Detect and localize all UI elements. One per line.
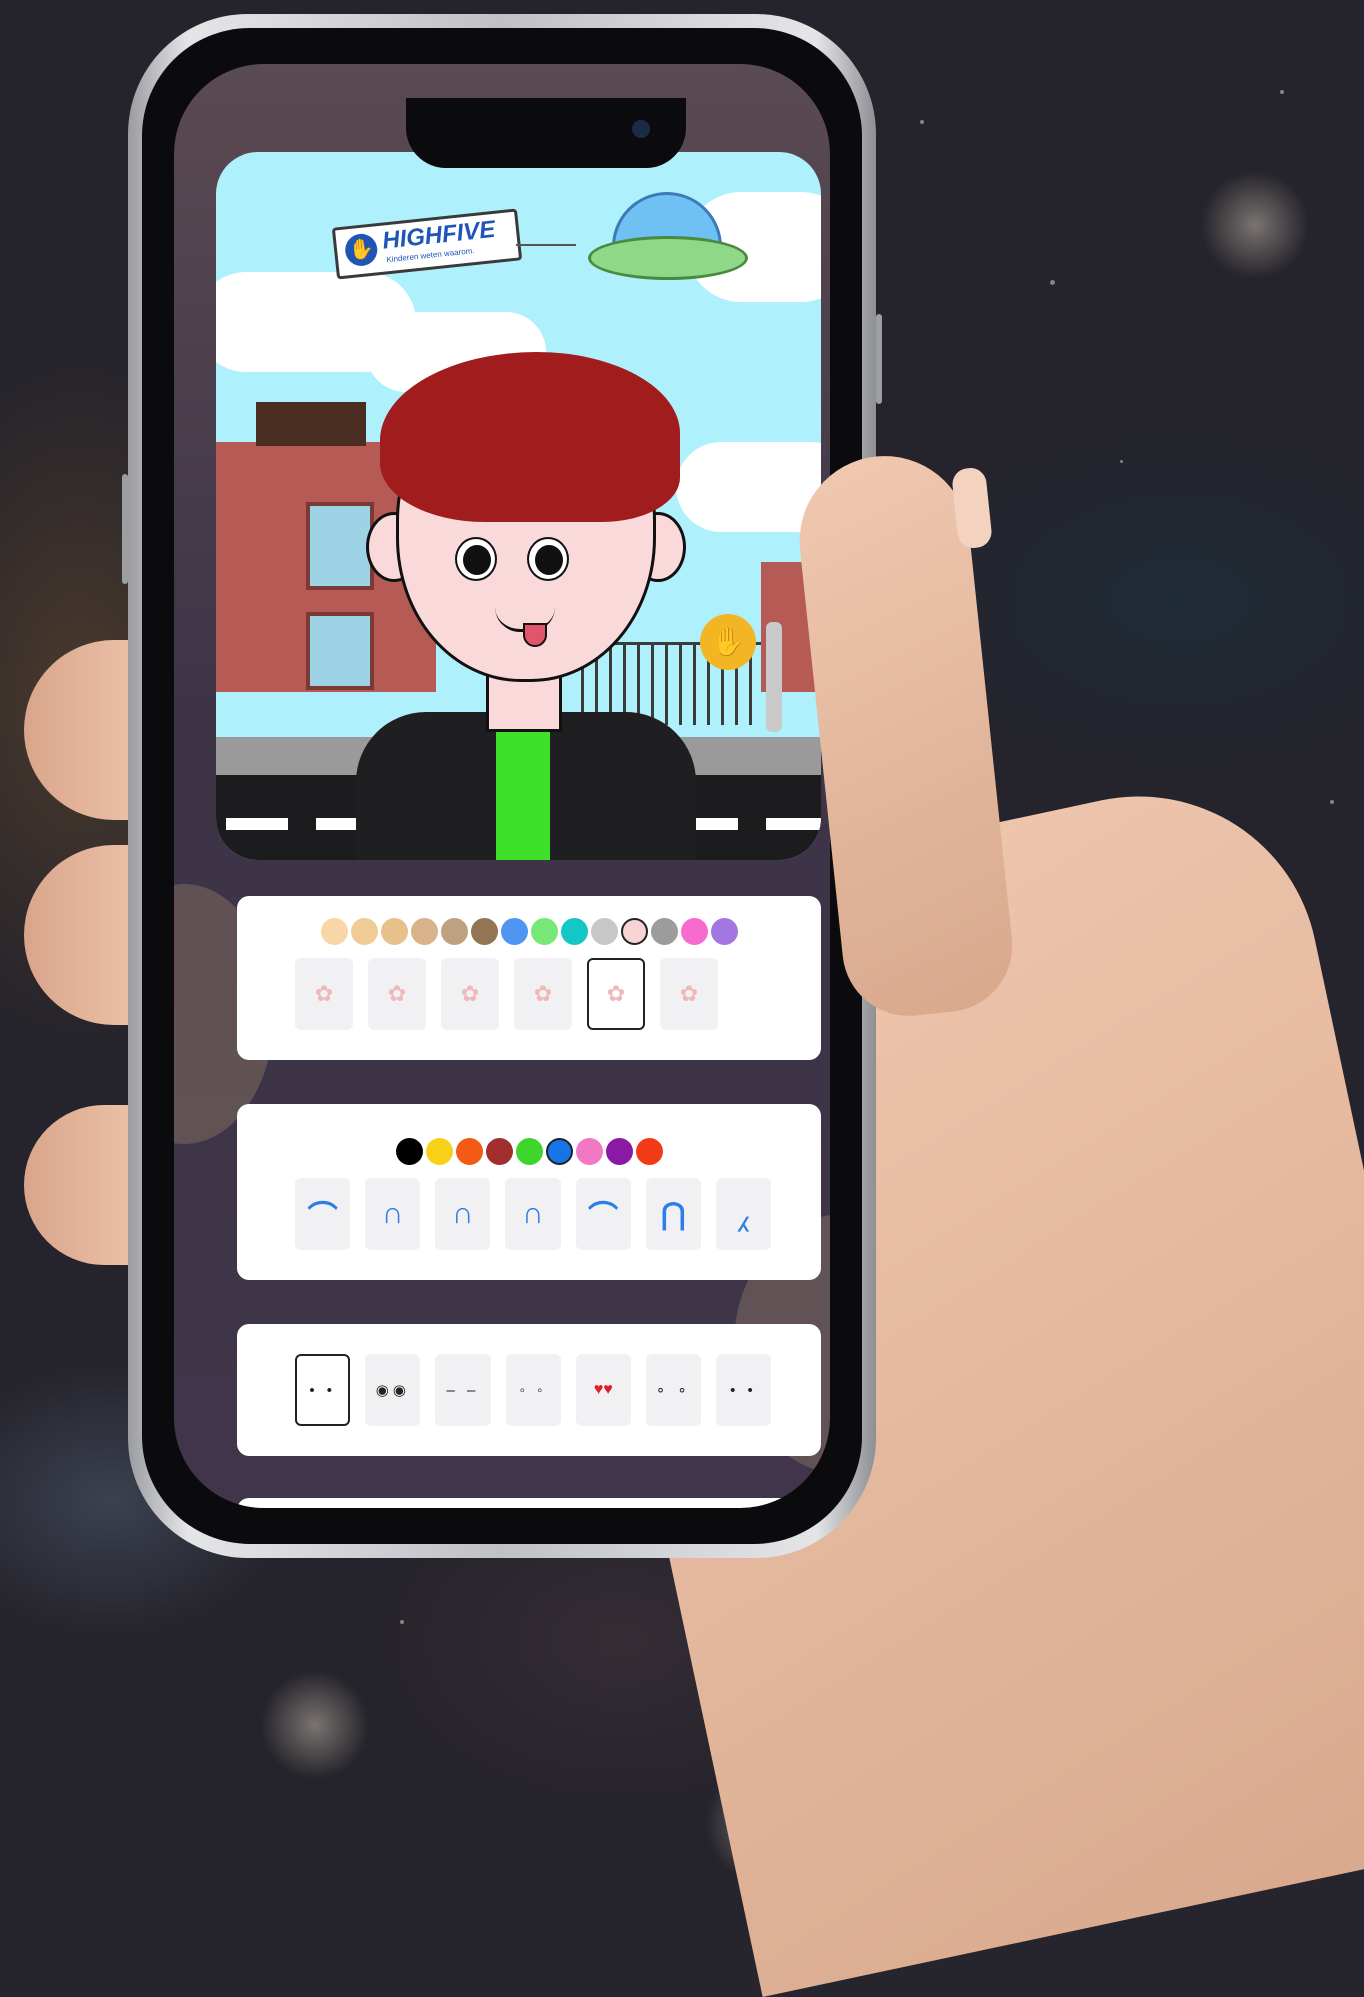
skin-color-swatch[interactable] [650,918,678,945]
next-panel [237,1498,821,1508]
hair-color-swatch[interactable] [395,1138,423,1165]
hair-option-tile[interactable]: ∩ [365,1178,421,1250]
eyes-panel: • • ◉◉ ‒ ‒ ◦ ◦ ♥♥ ∘ ∘ • • [237,1324,821,1456]
nose-option-tile[interactable]: ✿ [587,958,645,1030]
hair-style-icon: ⋂ [660,1197,686,1231]
eyes-style-icon: ∘ ∘ [655,1382,691,1399]
power-button [876,314,882,404]
star-speck [1330,800,1334,804]
hand-logo-icon: ✋ [343,232,379,268]
skin-color-swatch[interactable] [380,918,408,945]
skin-color-swatch[interactable] [440,918,468,945]
eyes-style-icon: • • [730,1381,757,1399]
eyes-option-tile[interactable]: • • [715,1354,771,1426]
hair-color-swatch[interactable] [545,1138,573,1165]
eyes-style-icon: ‒ ‒ [446,1381,480,1399]
nose-option-tile[interactable]: ✿ [441,958,499,1030]
volume-button [122,474,128,584]
cloud [676,442,821,532]
hair-style-icon: ∩ [522,1197,544,1230]
eyes-option-tile[interactable]: ◦ ◦ [505,1354,561,1426]
character-hair [380,352,680,522]
star-speck [400,1620,404,1624]
skin-color-swatch[interactable] [710,918,738,945]
eyes-style-icon: ♥♥ [593,1381,613,1398]
notch [406,98,686,168]
bokeh-light [1200,170,1310,280]
hair-style-icon: ∩ [452,1197,474,1230]
phone-frame: ✋ HIGHFIVE Kinderen weten waarom. ✋ ✿ ✿ … [122,14,882,1558]
skin-color-swatch[interactable] [350,918,378,945]
skin-color-swatch[interactable] [590,918,618,945]
hair-option-tile[interactable]: ⌒ [575,1178,631,1250]
hair-option-tile[interactable]: ∩ [505,1178,561,1250]
skin-color-swatch[interactable] [680,918,708,945]
hair-color-swatch[interactable] [515,1138,543,1165]
eyes-option-tile[interactable]: ∘ ∘ [645,1354,701,1426]
skin-color-swatch[interactable] [320,918,348,945]
hair-style-icon: ⌒ [588,1201,619,1234]
eyes-style-icon: ◉◉ [375,1382,410,1399]
skin-color-panel: ✿ ✿ ✿ ✿ ✿ ✿ [237,896,821,1060]
star-speck [1050,280,1055,285]
bokeh-light [260,1670,370,1780]
hair-color-swatch[interactable] [485,1138,513,1165]
nose-option-tile[interactable]: ✿ [660,958,718,1030]
nose-option-tile[interactable]: ✿ [295,958,353,1030]
eyes-style-icon: ◦ ◦ [519,1381,547,1399]
eyes-style-icon: • • [309,1381,336,1399]
banner-rope [516,244,576,246]
hair-style-icon: ⁁ [739,1197,748,1231]
skin-color-swatch[interactable] [470,918,498,945]
post [766,622,782,732]
star-speck [920,120,924,124]
eyes-option-tile[interactable]: • • [295,1354,351,1426]
hair-style-icon: ⌒ [307,1201,338,1234]
hair-color-swatch[interactable] [425,1138,453,1165]
skin-color-swatch[interactable] [620,918,648,945]
hair-option-tile[interactable]: ∩ [435,1178,491,1250]
hair-color-swatch[interactable] [635,1138,663,1165]
ufo [588,192,748,292]
hair-style-icon: ∩ [381,1197,404,1230]
phone-bezel: ✋ HIGHFIVE Kinderen weten waarom. ✋ ✿ ✿ … [142,28,862,1544]
star-speck [1120,460,1123,463]
camera-icon [632,120,650,138]
app-screen: ✋ HIGHFIVE Kinderen weten waarom. ✋ ✿ ✿ … [174,64,830,1508]
star-speck [1280,90,1284,94]
skin-color-swatch[interactable] [410,918,438,945]
brand-banner: ✋ HIGHFIVE Kinderen weten waarom. [331,208,523,280]
hair-panel: ⌒ ∩ ∩ ∩ ⌒ ⋂ ⁁ [237,1104,821,1280]
hair-color-swatch[interactable] [605,1138,633,1165]
hair-option-tile[interactable]: ⋂ [645,1178,701,1250]
eyes-option-tile[interactable]: ◉◉ [365,1354,421,1426]
hair-color-swatch[interactable] [575,1138,603,1165]
character [356,312,696,860]
character-shirt [496,722,550,860]
skin-color-swatch[interactable] [560,918,588,945]
hair-color-swatch[interactable] [455,1138,483,1165]
eyes-option-tile[interactable]: ♥♥ [575,1354,631,1426]
skin-color-swatch[interactable] [500,918,528,945]
nose-option-tile[interactable]: ✿ [514,958,572,1030]
hand-badge-icon: ✋ [700,614,756,670]
eyes-option-tile[interactable]: ‒ ‒ [435,1354,491,1426]
nose-option-tile[interactable]: ✿ [368,958,426,1030]
skin-color-swatch[interactable] [530,918,558,945]
avatar-preview: ✋ HIGHFIVE Kinderen weten waarom. ✋ [216,152,821,860]
hair-option-tile[interactable]: ⌒ [295,1178,351,1250]
hair-option-tile[interactable]: ⁁ [715,1178,771,1250]
